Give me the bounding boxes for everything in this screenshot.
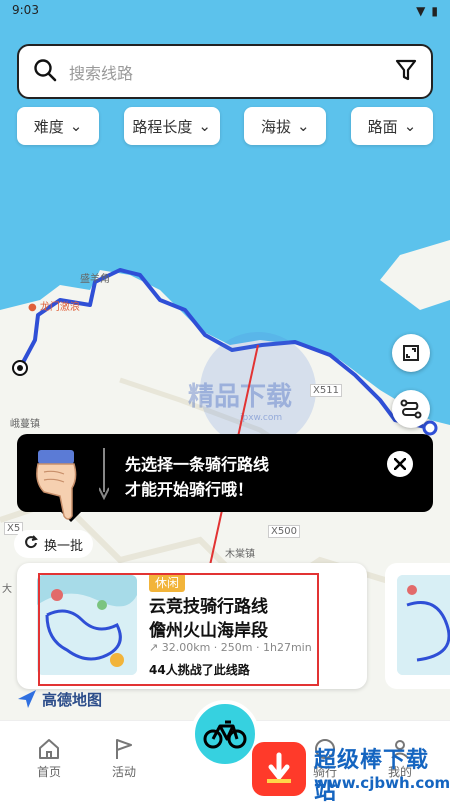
route-end-marker: [422, 420, 438, 436]
map-label-place3: 峨蔓镇: [10, 419, 40, 430]
map-label-place4: 木棠镇: [225, 549, 255, 560]
route-card-next[interactable]: [385, 563, 450, 689]
filter-icon[interactable]: [395, 58, 417, 86]
chevron-down-icon: ⌄: [69, 117, 83, 135]
filter-distance[interactable]: 路程长度 ⌄: [123, 107, 220, 145]
start-ride-button[interactable]: [191, 700, 259, 768]
nav-home[interactable]: 首页: [19, 735, 79, 780]
fullscreen-button[interactable]: [392, 334, 430, 372]
chevron-down-icon: ⌄: [297, 117, 310, 135]
search-bar[interactable]: 搜索线路: [17, 44, 433, 99]
home-icon: [39, 739, 59, 759]
map-label-place5: 大: [2, 584, 12, 595]
annotation-highlight-box: [38, 573, 319, 686]
battery-icon: ▮: [431, 4, 438, 18]
route-switch-button[interactable]: [392, 390, 430, 428]
route-thumbnail: [397, 575, 450, 675]
search-input[interactable]: 搜索线路: [69, 60, 395, 84]
map-label-place1: 盛羊角: [80, 274, 110, 285]
site-watermark: 超级棒下载站 www.cjbwh.com: [252, 738, 450, 805]
pointing-hand-icon: [30, 448, 94, 522]
route-icon: [400, 399, 422, 419]
watermark-text: 精品下载: [188, 382, 292, 412]
refresh-button[interactable]: 换一批: [14, 530, 94, 558]
refresh-icon: [24, 535, 38, 553]
filter-altitude[interactable]: 海拔 ⌄: [244, 107, 327, 145]
expand-icon: [403, 345, 419, 361]
nav-activity[interactable]: 活动: [94, 735, 154, 780]
filter-difficulty[interactable]: 难度 ⌄: [17, 107, 99, 145]
close-icon: [394, 458, 406, 470]
chevron-down-icon: ⌄: [198, 117, 211, 135]
navigation-arrow-icon: [18, 690, 36, 708]
wifi-icon: ▼: [416, 4, 426, 18]
status-bar: 9:03 ▼ ▮: [0, 0, 450, 22]
svg-text:jpxw.com: jpxw.com: [239, 413, 282, 423]
map-road-label: X511: [310, 384, 342, 397]
chevron-down-icon: ⌄: [403, 117, 417, 135]
bicycle-icon: [203, 720, 247, 749]
tooltip-text: 先选择一条骑行路线 才能开始骑行哦！: [125, 455, 270, 499]
map-road-label: X500: [268, 525, 300, 538]
flag-icon: [116, 739, 132, 759]
status-time: 9:03: [12, 3, 39, 17]
filter-surface[interactable]: 路面 ⌄: [350, 107, 433, 145]
close-button[interactable]: [387, 451, 413, 477]
arrow-down-icon: [99, 448, 109, 500]
map-label-poi: ● 龙门激浪: [28, 302, 80, 313]
filter-bar: 难度 ⌄ 路程长度 ⌄ 海拔 ⌄ 路面 ⌄: [17, 107, 433, 145]
download-logo-icon: [252, 742, 306, 796]
search-icon: [33, 58, 57, 86]
map-provider-logo: 高德地图: [16, 688, 102, 710]
